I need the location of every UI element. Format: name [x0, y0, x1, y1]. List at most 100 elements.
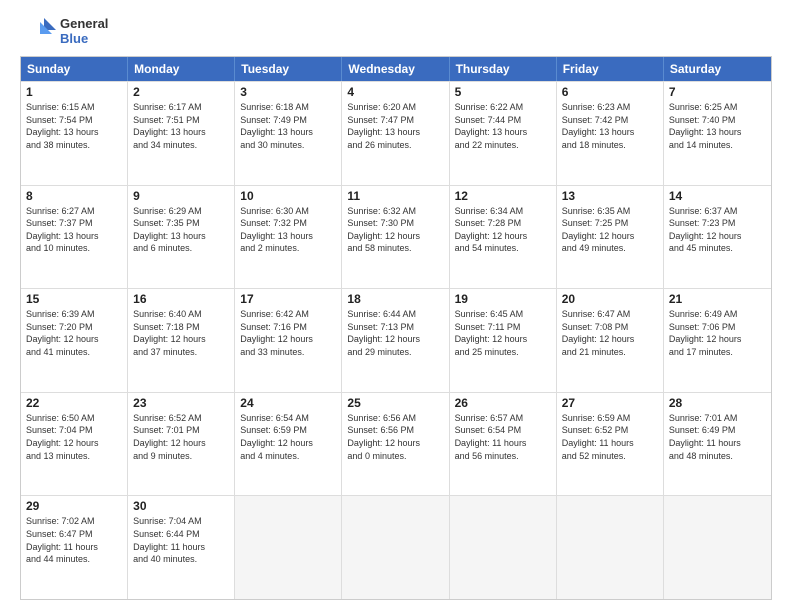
- week-row-2: 8Sunrise: 6:27 AMSunset: 7:37 PMDaylight…: [21, 185, 771, 289]
- day-number: 15: [26, 292, 122, 306]
- day-info: Sunrise: 6:20 AMSunset: 7:47 PMDaylight:…: [347, 101, 443, 151]
- day-info: Sunrise: 6:49 AMSunset: 7:06 PMDaylight:…: [669, 308, 766, 358]
- day-info: Sunrise: 6:25 AMSunset: 7:40 PMDaylight:…: [669, 101, 766, 151]
- day-info: Sunrise: 6:45 AMSunset: 7:11 PMDaylight:…: [455, 308, 551, 358]
- day-number: 18: [347, 292, 443, 306]
- day-number: 30: [133, 499, 229, 513]
- col-header-wednesday: Wednesday: [342, 57, 449, 81]
- day-number: 19: [455, 292, 551, 306]
- day-cell-12: 12 Sunrise: 6:34 AMSunset: 7:28 PMDayligh…: [450, 186, 557, 289]
- empty-cell: [450, 496, 557, 599]
- day-number: 29: [26, 499, 122, 513]
- day-cell-4: 4 Sunrise: 6:20 AMSunset: 7:47 PMDaylight…: [342, 82, 449, 185]
- week-row-5: 29 Sunrise: 7:02 AMSunset: 6:47 PMDayligh…: [21, 495, 771, 599]
- day-cell-27: 27 Sunrise: 6:59 AMSunset: 6:52 PMDayligh…: [557, 393, 664, 496]
- day-number: 10: [240, 189, 336, 203]
- day-cell-22: 22 Sunrise: 6:50 AMSunset: 7:04 PMDayligh…: [21, 393, 128, 496]
- day-info: Sunrise: 6:18 AMSunset: 7:49 PMDaylight:…: [240, 101, 336, 151]
- day-cell-19: 19 Sunrise: 6:45 AMSunset: 7:11 PMDayligh…: [450, 289, 557, 392]
- page: GeneralBlue SundayMondayTuesdayWednesday…: [0, 0, 792, 612]
- day-info: Sunrise: 6:32 AMSunset: 7:30 PMDaylight:…: [347, 205, 443, 255]
- day-number: 14: [669, 189, 766, 203]
- day-info: Sunrise: 6:56 AMSunset: 6:56 PMDaylight:…: [347, 412, 443, 462]
- day-number: 6: [562, 85, 658, 99]
- day-number: 25: [347, 396, 443, 410]
- day-cell-21: 21Sunrise: 6:49 AMSunset: 7:06 PMDayligh…: [664, 289, 771, 392]
- day-info: Sunrise: 6:37 AMSunset: 7:23 PMDaylight:…: [669, 205, 766, 255]
- day-info: Sunrise: 6:30 AMSunset: 7:32 PMDaylight:…: [240, 205, 336, 255]
- empty-cell: [557, 496, 664, 599]
- day-info: Sunrise: 6:22 AMSunset: 7:44 PMDaylight:…: [455, 101, 551, 151]
- day-info: Sunrise: 6:59 AMSunset: 6:52 PMDaylight:…: [562, 412, 658, 462]
- col-header-monday: Monday: [128, 57, 235, 81]
- calendar-header-row: SundayMondayTuesdayWednesdayThursdayFrid…: [21, 57, 771, 81]
- day-info: Sunrise: 6:57 AMSunset: 6:54 PMDaylight:…: [455, 412, 551, 462]
- day-cell-25: 25 Sunrise: 6:56 AMSunset: 6:56 PMDayligh…: [342, 393, 449, 496]
- day-number: 2: [133, 85, 229, 99]
- day-number: 17: [240, 292, 336, 306]
- day-number: 20: [562, 292, 658, 306]
- day-cell-16: 16Sunrise: 6:40 AMSunset: 7:18 PMDayligh…: [128, 289, 235, 392]
- day-cell-30: 30 Sunrise: 7:04 AMSunset: 6:44 PMDayligh…: [128, 496, 235, 599]
- day-cell-5: 5 Sunrise: 6:22 AMSunset: 7:44 PMDaylight…: [450, 82, 557, 185]
- header: GeneralBlue: [20, 16, 772, 48]
- day-number: 13: [562, 189, 658, 203]
- day-number: 5: [455, 85, 551, 99]
- col-header-saturday: Saturday: [664, 57, 771, 81]
- day-info: Sunrise: 6:52 AMSunset: 7:01 PMDaylight:…: [133, 412, 229, 462]
- day-info: Sunrise: 6:29 AMSunset: 7:35 PMDaylight:…: [133, 205, 229, 255]
- day-cell-9: 9 Sunrise: 6:29 AMSunset: 7:35 PMDaylight…: [128, 186, 235, 289]
- calendar-body: 1Sunrise: 6:15 AMSunset: 7:54 PMDaylight…: [21, 81, 771, 599]
- day-number: 24: [240, 396, 336, 410]
- week-row-4: 22 Sunrise: 6:50 AMSunset: 7:04 PMDayligh…: [21, 392, 771, 496]
- week-row-1: 1Sunrise: 6:15 AMSunset: 7:54 PMDaylight…: [21, 81, 771, 185]
- day-info: Sunrise: 6:44 AMSunset: 7:13 PMDaylight:…: [347, 308, 443, 358]
- day-number: 27: [562, 396, 658, 410]
- day-cell-6: 6 Sunrise: 6:23 AMSunset: 7:42 PMDaylight…: [557, 82, 664, 185]
- day-cell-26: 26 Sunrise: 6:57 AMSunset: 6:54 PMDayligh…: [450, 393, 557, 496]
- day-cell-23: 23Sunrise: 6:52 AMSunset: 7:01 PMDayligh…: [128, 393, 235, 496]
- day-number: 3: [240, 85, 336, 99]
- day-info: Sunrise: 6:35 AMSunset: 7:25 PMDaylight:…: [562, 205, 658, 255]
- col-header-sunday: Sunday: [21, 57, 128, 81]
- empty-cell: [664, 496, 771, 599]
- day-info: Sunrise: 7:04 AMSunset: 6:44 PMDaylight:…: [133, 515, 229, 565]
- logo-general: General: [60, 17, 108, 32]
- day-number: 1: [26, 85, 122, 99]
- day-number: 22: [26, 396, 122, 410]
- day-number: 28: [669, 396, 766, 410]
- day-number: 7: [669, 85, 766, 99]
- col-header-friday: Friday: [557, 57, 664, 81]
- day-cell-7: 7 Sunrise: 6:25 AMSunset: 7:40 PMDaylight…: [664, 82, 771, 185]
- day-info: Sunrise: 7:01 AMSunset: 6:49 PMDaylight:…: [669, 412, 766, 462]
- day-info: Sunrise: 6:47 AMSunset: 7:08 PMDaylight:…: [562, 308, 658, 358]
- day-info: Sunrise: 7:02 AMSunset: 6:47 PMDaylight:…: [26, 515, 122, 565]
- day-cell-28: 28 Sunrise: 7:01 AMSunset: 6:49 PMDayligh…: [664, 393, 771, 496]
- day-cell-11: 11 Sunrise: 6:32 AMSunset: 7:30 PMDayligh…: [342, 186, 449, 289]
- logo-svg: [20, 16, 56, 48]
- day-info: Sunrise: 6:17 AMSunset: 7:51 PMDaylight:…: [133, 101, 229, 151]
- day-cell-3: 3 Sunrise: 6:18 AMSunset: 7:49 PMDaylight…: [235, 82, 342, 185]
- day-info: Sunrise: 6:50 AMSunset: 7:04 PMDaylight:…: [26, 412, 122, 462]
- day-cell-17: 17 Sunrise: 6:42 AMSunset: 7:16 PMDayligh…: [235, 289, 342, 392]
- day-info: Sunrise: 6:40 AMSunset: 7:18 PMDaylight:…: [133, 308, 229, 358]
- calendar: SundayMondayTuesdayWednesdayThursdayFrid…: [20, 56, 772, 600]
- day-number: 12: [455, 189, 551, 203]
- day-cell-1: 1Sunrise: 6:15 AMSunset: 7:54 PMDaylight…: [21, 82, 128, 185]
- day-number: 26: [455, 396, 551, 410]
- day-cell-18: 18 Sunrise: 6:44 AMSunset: 7:13 PMDayligh…: [342, 289, 449, 392]
- day-info: Sunrise: 6:34 AMSunset: 7:28 PMDaylight:…: [455, 205, 551, 255]
- week-row-3: 15 Sunrise: 6:39 AMSunset: 7:20 PMDayligh…: [21, 288, 771, 392]
- day-info: Sunrise: 6:54 AMSunset: 6:59 PMDaylight:…: [240, 412, 336, 462]
- day-number: 9: [133, 189, 229, 203]
- day-cell-13: 13 Sunrise: 6:35 AMSunset: 7:25 PMDayligh…: [557, 186, 664, 289]
- day-number: 11: [347, 189, 443, 203]
- day-cell-14: 14 Sunrise: 6:37 AMSunset: 7:23 PMDayligh…: [664, 186, 771, 289]
- day-info: Sunrise: 6:23 AMSunset: 7:42 PMDaylight:…: [562, 101, 658, 151]
- day-number: 4: [347, 85, 443, 99]
- col-header-thursday: Thursday: [450, 57, 557, 81]
- day-info: Sunrise: 6:39 AMSunset: 7:20 PMDaylight:…: [26, 308, 122, 358]
- day-info: Sunrise: 6:42 AMSunset: 7:16 PMDaylight:…: [240, 308, 336, 358]
- logo-blue: Blue: [60, 32, 108, 47]
- day-number: 8: [26, 189, 122, 203]
